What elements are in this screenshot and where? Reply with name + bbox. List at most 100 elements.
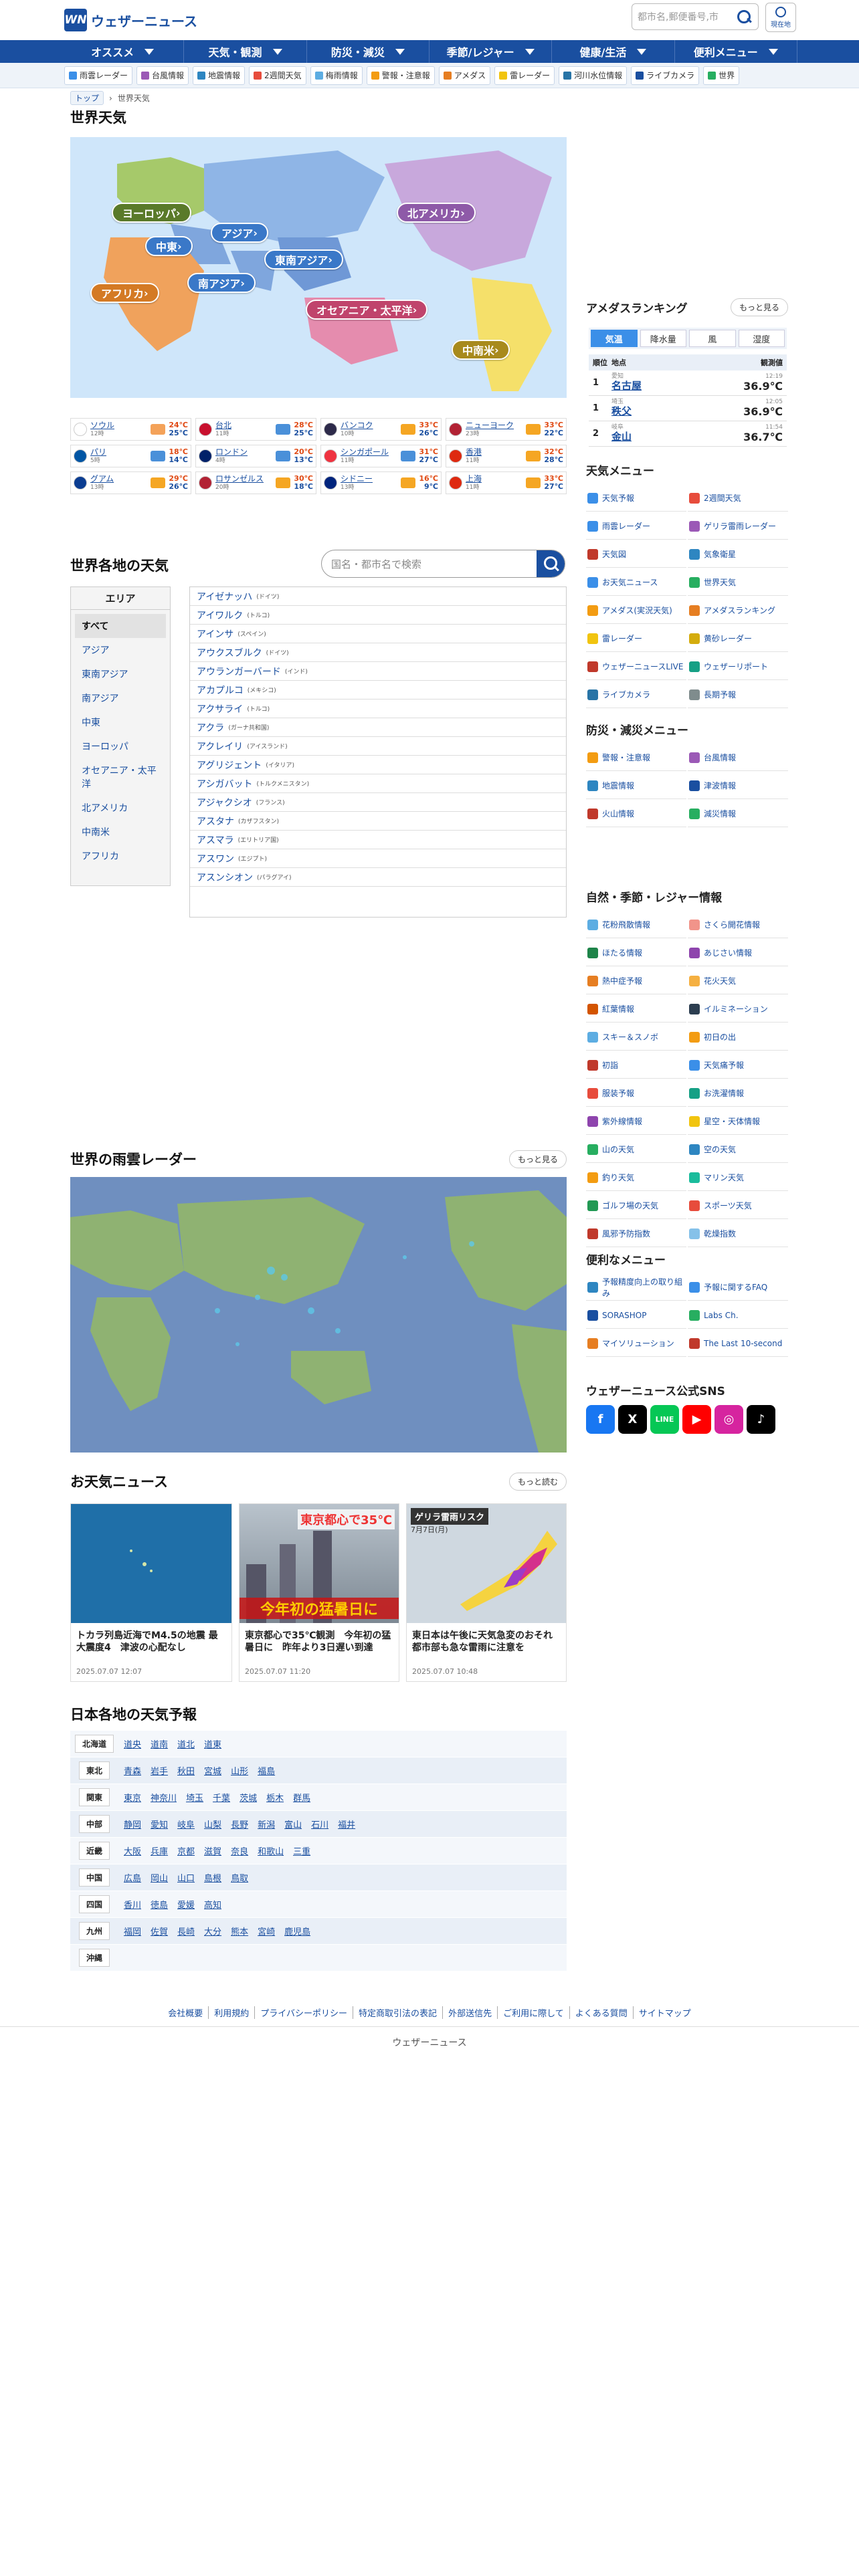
pref-link[interactable]: 東京: [124, 1791, 141, 1804]
menu-item[interactable]: 台風情報: [688, 744, 788, 771]
area-filter-item[interactable]: ヨーロッパ: [75, 734, 166, 758]
footer-link[interactable]: ご利用に際して: [498, 2006, 570, 2019]
menu-item[interactable]: 黄砂レーダー: [688, 625, 788, 652]
area-filter-item[interactable]: アジア: [75, 638, 166, 662]
menu-item[interactable]: 花火天気: [688, 968, 788, 994]
ranking-row[interactable]: 1 埼玉 秩父 12:05 36.9℃: [589, 396, 787, 421]
city-name[interactable]: パリ: [90, 447, 147, 457]
pref-link[interactable]: 栃木: [266, 1791, 284, 1804]
city-name[interactable]: ロサンゼルス: [215, 474, 272, 484]
city-card[interactable]: 香港 11時 32℃ 28℃: [446, 445, 567, 467]
x-icon[interactable]: X: [618, 1405, 647, 1434]
menu-item[interactable]: 長期予報: [688, 681, 788, 708]
menu-item[interactable]: スポーツ天気: [688, 1192, 788, 1219]
pref-link[interactable]: 青森: [124, 1764, 141, 1777]
menu-item[interactable]: 天気図: [586, 541, 686, 568]
pref-link[interactable]: 岩手: [151, 1764, 168, 1777]
subnav-item[interactable]: 河川水位情報: [559, 66, 628, 85]
city-list-row[interactable]: アイゼナッハ (ドイツ): [190, 587, 566, 606]
menu-item[interactable]: 世界天気: [688, 569, 788, 596]
city-card[interactable]: ロサンゼルス 20時 30℃ 18℃: [195, 471, 316, 494]
subnav-item[interactable]: 雷レーダー: [494, 66, 555, 85]
footer-link[interactable]: サイトマップ: [634, 2006, 696, 2019]
menu-item[interactable]: 空の天気: [688, 1136, 788, 1163]
menu-item[interactable]: 初詣: [586, 1052, 686, 1079]
city-list-row[interactable]: アインサ (スペイン): [190, 625, 566, 643]
menu-item[interactable]: 初日の出: [688, 1024, 788, 1051]
pref-link[interactable]: 秋田: [177, 1764, 195, 1777]
city-name[interactable]: グアム: [90, 474, 147, 484]
menu-item[interactable]: 津波情報: [688, 772, 788, 799]
city-card[interactable]: シンガポール 11時 31℃ 27℃: [320, 445, 442, 467]
menu-item[interactable]: ゲリラ雷雨レーダー: [688, 513, 788, 540]
pref-link[interactable]: 広島: [124, 1871, 141, 1884]
area-filter-item[interactable]: 南アジア: [75, 686, 166, 710]
pref-link[interactable]: 新潟: [258, 1818, 275, 1830]
menu-item[interactable]: 減災情報: [688, 800, 788, 827]
region-button[interactable]: 南アジア ›: [187, 273, 256, 293]
city-list-row[interactable]: アスワン (エジプト): [190, 849, 566, 868]
pref-link[interactable]: 神奈川: [151, 1791, 177, 1804]
pref-link[interactable]: 静岡: [124, 1818, 141, 1830]
menu-item[interactable]: 釣り天気: [586, 1164, 686, 1191]
city-list-row[interactable]: アウクスブルク (ドイツ): [190, 643, 566, 662]
menu-item[interactable]: 天気予報: [586, 485, 686, 512]
gnav-item[interactable]: オススメ: [62, 40, 185, 63]
subnav-item[interactable]: ライブカメラ: [631, 66, 700, 85]
pref-link[interactable]: 福島: [258, 1764, 275, 1777]
search-icon[interactable]: [537, 550, 565, 577]
city-name[interactable]: バンコク: [341, 421, 397, 431]
area-filter-item[interactable]: アフリカ: [75, 844, 166, 868]
subnav-item[interactable]: 地震情報: [193, 66, 246, 85]
footer-link[interactable]: プライバシーポリシー: [255, 2006, 354, 2019]
pref-link[interactable]: 山口: [177, 1871, 195, 1884]
menu-item[interactable]: 熱中症予報: [586, 968, 686, 994]
region-button[interactable]: ヨーロッパ ›: [112, 203, 191, 223]
menu-item[interactable]: 天気痛予報: [688, 1052, 788, 1079]
menu-item[interactable]: 山の天気: [586, 1136, 686, 1163]
menu-item[interactable]: さくら開花情報: [688, 911, 788, 938]
current-location-button[interactable]: 現在地: [765, 3, 796, 32]
pref-link[interactable]: 大分: [204, 1925, 221, 1937]
pref-link[interactable]: 和歌山: [258, 1844, 284, 1857]
pref-link[interactable]: 香川: [124, 1898, 141, 1911]
gnav-item[interactable]: 防災・減災: [307, 40, 430, 63]
city-list-row[interactable]: アクサライ (トルコ): [190, 700, 566, 718]
pref-link[interactable]: 埼玉: [186, 1791, 203, 1804]
area-filter-item[interactable]: オセアニア・太平洋: [75, 758, 166, 796]
pref-link[interactable]: 愛知: [151, 1818, 168, 1830]
pref-link[interactable]: 山梨: [204, 1818, 221, 1830]
region-button[interactable]: 中南米 ›: [452, 340, 510, 360]
world-rain-radar-map[interactable]: [70, 1177, 567, 1453]
ranking-row[interactable]: 1 愛知 名古屋 12:19 36.9℃: [589, 370, 787, 396]
news-card[interactable]: ゲリラ雷雨リスク 7月7日(月) 東日本は午後に天気急変のおそれ 都市部も急な雷…: [406, 1503, 567, 1682]
radar-more-button[interactable]: もっと見る: [508, 1150, 567, 1168]
region-button[interactable]: オセアニア・太平洋 ›: [306, 300, 428, 320]
menu-item[interactable]: 花粉飛散情報: [586, 911, 686, 938]
pref-link[interactable]: 大阪: [124, 1844, 141, 1857]
ranking-row[interactable]: 2 岐阜 金山 11:54 36.7℃: [589, 421, 787, 447]
pref-link[interactable]: 道央: [124, 1737, 141, 1750]
city-card[interactable]: グアム 13時 29℃ 26℃: [70, 471, 191, 494]
amedas-tab[interactable]: 降水量: [640, 330, 686, 347]
city-card[interactable]: 上海 11時 33℃ 27℃: [446, 471, 567, 494]
site-logo[interactable]: WN ウェザーニュース: [64, 9, 197, 31]
pref-link[interactable]: 宮崎: [258, 1925, 275, 1937]
footer-link[interactable]: 会社概要: [163, 2006, 209, 2019]
menu-item[interactable]: ライブカメラ: [586, 681, 686, 708]
city-card[interactable]: ニューヨーク 23時 33℃ 22℃: [446, 418, 567, 441]
subnav-item[interactable]: 雨雲レーダー: [64, 66, 133, 85]
city-card[interactable]: ロンドン 4時 20℃ 13℃: [195, 445, 316, 467]
amedas-more-button[interactable]: もっと見る: [730, 298, 788, 316]
subnav-item[interactable]: 台風情報: [136, 66, 189, 85]
area-filter-item[interactable]: 北アメリカ: [75, 796, 166, 820]
pref-link[interactable]: 京都: [177, 1844, 195, 1857]
pref-link[interactable]: 鳥取: [231, 1871, 248, 1884]
region-button[interactable]: 東南アジア ›: [264, 249, 343, 270]
area-filter-item[interactable]: 東南アジア: [75, 662, 166, 686]
menu-item[interactable]: 雷レーダー: [586, 625, 686, 652]
country-city-search[interactable]: 国名・都市名で検索: [321, 550, 565, 578]
pref-link[interactable]: 鹿児島: [284, 1925, 310, 1937]
city-list[interactable]: アイゼナッハ (ドイツ) アイワルク (トルコ) アインサ (スペイン) アウクスブルク (ド…: [189, 586, 567, 918]
menu-item[interactable]: お洗濯情報: [688, 1080, 788, 1107]
